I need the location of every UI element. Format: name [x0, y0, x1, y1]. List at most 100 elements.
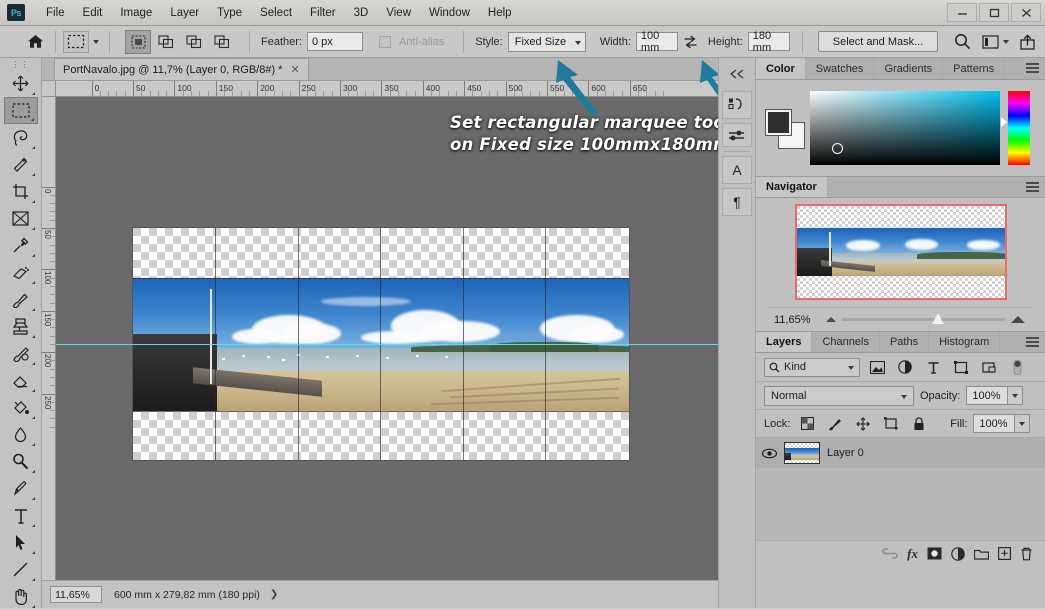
home-icon[interactable] [22, 30, 48, 54]
style-select[interactable]: Fixed Size [508, 32, 586, 52]
panel-menu-icon[interactable] [1026, 337, 1039, 348]
zoom-slider-handle[interactable] [932, 313, 944, 324]
lock-transparent-pixels-icon[interactable] [796, 414, 818, 434]
filter-toggle-icon[interactable] [1006, 357, 1028, 377]
intersect-with-selection-button[interactable] [209, 30, 235, 54]
filter-type-icon[interactable] [922, 357, 944, 377]
layer-visibility-icon[interactable] [762, 446, 777, 461]
history-icon[interactable] [722, 91, 752, 119]
line-tool[interactable] [4, 556, 38, 583]
add-to-selection-button[interactable] [153, 30, 179, 54]
tab-paths[interactable]: Paths [880, 332, 929, 352]
status-zoom-input[interactable]: 11,65% [50, 586, 102, 603]
menu-item-3d[interactable]: 3D [345, 4, 378, 22]
opacity-stepper[interactable] [1008, 386, 1023, 405]
dodge-tool[interactable] [4, 448, 38, 475]
swap-width-height-icon[interactable] [678, 35, 704, 49]
fill-input[interactable]: 100% [973, 414, 1015, 433]
height-input[interactable]: 180 mm [748, 32, 790, 51]
status-expand-icon[interactable]: ❯ [270, 589, 278, 600]
tab-swatches[interactable]: Swatches [806, 58, 875, 79]
select-and-mask-button[interactable]: Select and Mask... [818, 31, 939, 52]
frame-tool[interactable] [4, 205, 38, 232]
delete-layer-icon[interactable] [1020, 547, 1033, 561]
layer-styles-icon[interactable]: fx [907, 546, 918, 562]
zoom-out-icon[interactable] [826, 317, 836, 322]
menu-item-type[interactable]: Type [208, 4, 251, 22]
tab-gradients[interactable]: Gradients [874, 58, 943, 79]
workspace-icon[interactable] [982, 35, 1009, 49]
paragraph-icon[interactable]: ¶ [722, 188, 752, 216]
eyedropper-tool[interactable] [4, 232, 38, 259]
zoom-slider[interactable] [842, 318, 1005, 321]
subtract-from-selection-button[interactable] [181, 30, 207, 54]
adjustment-layer-icon[interactable] [951, 547, 965, 561]
new-selection-button[interactable] [125, 30, 151, 54]
maximize-button[interactable] [979, 3, 1009, 22]
menu-item-window[interactable]: Window [420, 4, 479, 22]
color-field[interactable] [810, 91, 1000, 165]
clone-stamp-tool[interactable] [4, 313, 38, 340]
menu-item-filter[interactable]: Filter [301, 4, 345, 22]
history-brush-tool[interactable] [4, 340, 38, 367]
adjustments-icon[interactable] [722, 123, 752, 147]
brush-tool[interactable] [4, 286, 38, 313]
filter-adjustment-icon[interactable] [894, 357, 916, 377]
panel-menu-icon[interactable] [1026, 63, 1039, 74]
width-input[interactable]: 100 mm [636, 32, 678, 51]
layer-name[interactable]: Layer 0 [827, 447, 864, 459]
close-button[interactable] [1011, 3, 1041, 22]
layer-thumbnail[interactable] [784, 442, 820, 464]
tab-layers[interactable]: Layers [756, 332, 812, 352]
hue-slider-marker[interactable] [1001, 117, 1007, 127]
filter-pixel-icon[interactable] [866, 357, 888, 377]
zoom-in-icon[interactable] [1011, 316, 1025, 323]
menu-item-image[interactable]: Image [111, 4, 161, 22]
vertical-ruler[interactable]: 050100150200250 [42, 97, 56, 580]
lock-all-icon[interactable] [908, 414, 930, 434]
toolbar-grip[interactable]: ⋮⋮ [0, 58, 41, 70]
foreground-color-swatch[interactable] [766, 110, 791, 135]
lock-artboard-icon[interactable] [880, 414, 902, 434]
horizontal-guide[interactable] [56, 344, 718, 345]
tab-navigator[interactable]: Navigator [756, 177, 828, 197]
layer-filter-kind-select[interactable]: Kind [764, 358, 860, 377]
eraser-tool[interactable] [4, 367, 38, 394]
canvas-area[interactable] [56, 97, 718, 580]
close-icon[interactable]: ✕ [290, 63, 299, 76]
pen-tool[interactable] [4, 475, 38, 502]
filter-smart-object-icon[interactable] [978, 357, 1000, 377]
hand-tool[interactable] [4, 583, 38, 610]
layer-list-empty-area[interactable] [756, 468, 1045, 540]
lock-image-pixels-icon[interactable] [824, 414, 846, 434]
crop-tool[interactable] [4, 178, 38, 205]
search-icon[interactable] [954, 33, 971, 50]
tab-histogram[interactable]: Histogram [929, 332, 1000, 352]
object-selection-tool[interactable] [4, 151, 38, 178]
feather-input[interactable]: 0 px [307, 32, 363, 51]
menu-item-select[interactable]: Select [251, 4, 301, 22]
tab-patterns[interactable]: Patterns [943, 58, 1005, 79]
share-icon[interactable] [1020, 34, 1035, 50]
hue-slider[interactable] [1008, 91, 1030, 165]
opacity-input[interactable]: 100% [966, 386, 1008, 405]
blend-mode-select[interactable]: Normal [764, 386, 914, 406]
gradient-tool[interactable] [4, 394, 38, 421]
document-tab[interactable]: PortNavalo.jpg @ 11,7% (Layer 0, RGB/8#)… [54, 58, 309, 80]
menu-item-help[interactable]: Help [479, 4, 521, 22]
collapse-panels-icon[interactable] [722, 61, 752, 87]
rectangular-marquee-icon[interactable] [63, 31, 89, 53]
tab-channels[interactable]: Channels [812, 332, 879, 352]
new-group-icon[interactable] [974, 548, 989, 560]
menu-item-view[interactable]: View [377, 4, 420, 22]
fill-stepper[interactable] [1015, 414, 1030, 433]
menu-item-layer[interactable]: Layer [161, 4, 208, 22]
foreground-background-swatches[interactable] [766, 110, 802, 146]
filter-shape-icon[interactable] [950, 357, 972, 377]
horizontal-ruler[interactable]: 050100150200250300350400450500550600650 [56, 81, 718, 97]
rectangular-marquee-tool[interactable] [4, 97, 38, 124]
lasso-tool[interactable] [4, 124, 38, 151]
ruler-corner[interactable] [42, 81, 56, 97]
tab-color[interactable]: Color [756, 58, 806, 79]
anti-alias-checkbox[interactable] [379, 36, 391, 48]
